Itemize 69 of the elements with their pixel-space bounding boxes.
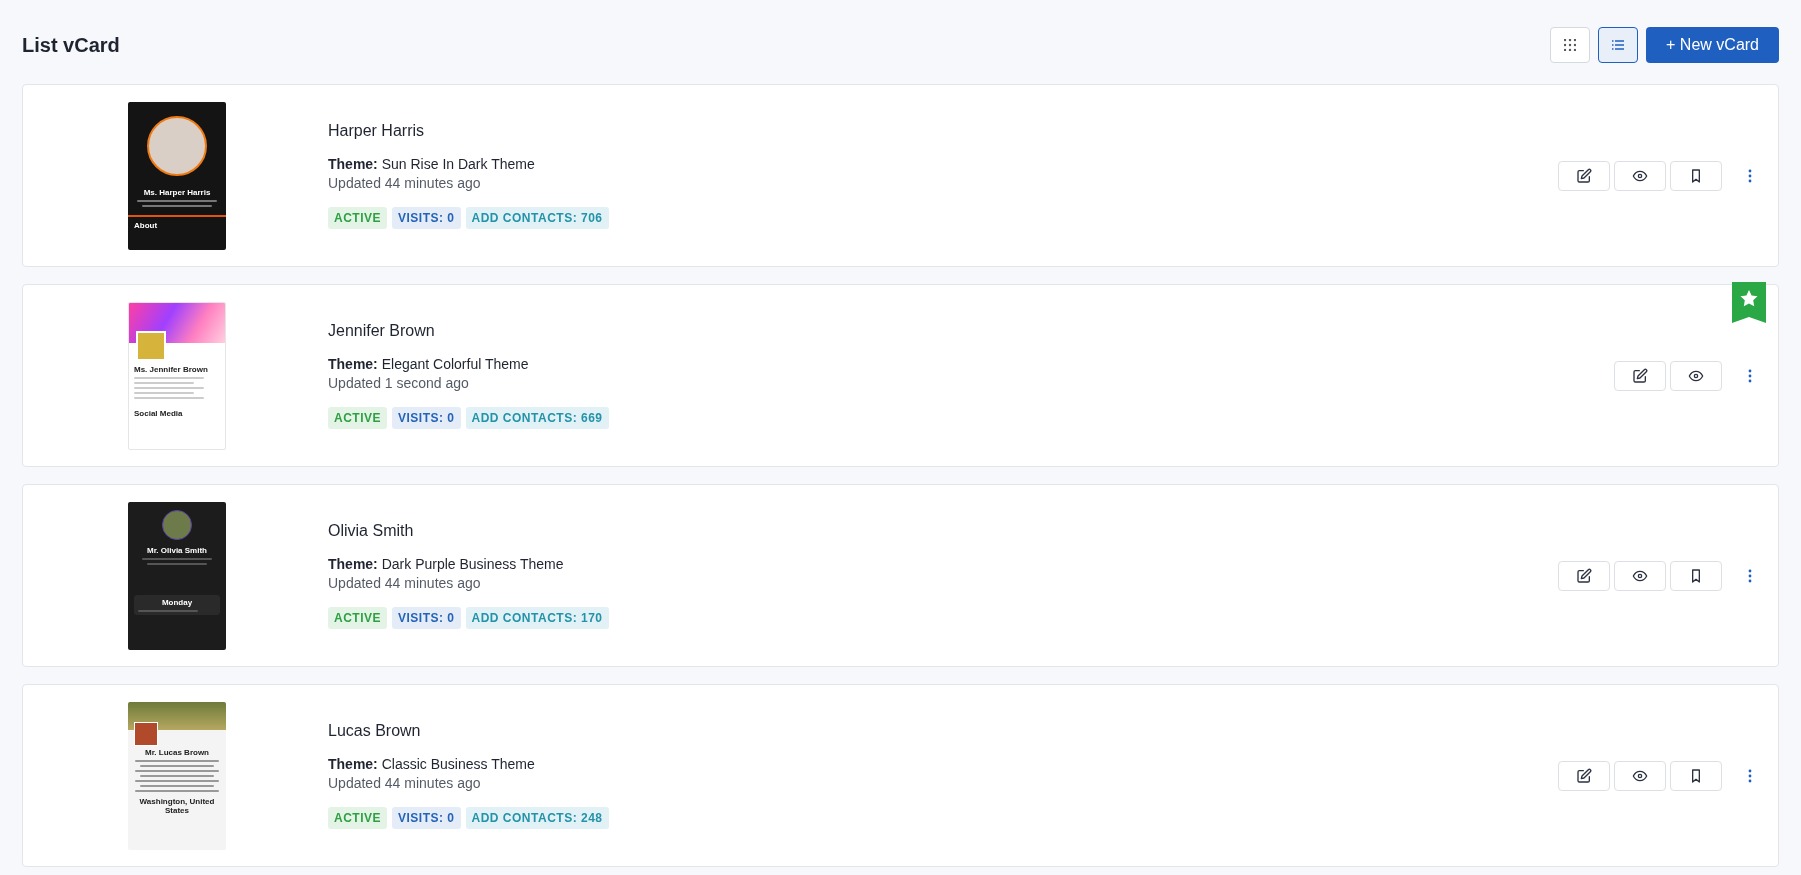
visits-badge: VISITS: 0 bbox=[392, 607, 461, 629]
preview-heading: Washington, United States bbox=[138, 796, 216, 816]
view-button[interactable] bbox=[1614, 760, 1666, 791]
status-badge: ACTIVE bbox=[328, 407, 387, 429]
contacts-badge: ADD CONTACTS: 170 bbox=[465, 607, 609, 629]
kebab-icon bbox=[1748, 168, 1752, 183]
bookmark-button[interactable] bbox=[1670, 760, 1722, 791]
visits-badge: VISITS: 0 bbox=[392, 807, 461, 829]
preview-heading: About bbox=[134, 220, 158, 230]
kebab-icon bbox=[1748, 768, 1752, 783]
edit-button[interactable] bbox=[1558, 760, 1610, 791]
grid-view-button[interactable] bbox=[1550, 27, 1591, 63]
text-line bbox=[147, 562, 207, 565]
text-line bbox=[134, 381, 194, 384]
updated-text: Updated 1 second ago bbox=[328, 375, 470, 391]
text-line bbox=[137, 609, 198, 612]
text-line bbox=[134, 376, 204, 379]
list-view-button[interactable] bbox=[1598, 27, 1639, 63]
edit-button[interactable] bbox=[1558, 560, 1610, 591]
contacts-badge: ADD CONTACTS: 669 bbox=[465, 407, 609, 429]
text-line bbox=[142, 557, 212, 560]
edit-icon bbox=[1576, 767, 1592, 784]
updated-text: Updated 44 minutes ago bbox=[328, 175, 482, 191]
page-title: List vCard bbox=[22, 33, 120, 57]
text-line bbox=[134, 386, 204, 389]
preview-name: Mr. Olivia Smith bbox=[147, 545, 207, 555]
avatar-placeholder bbox=[136, 330, 166, 361]
edit-button[interactable] bbox=[1558, 160, 1610, 191]
visits-badge: VISITS: 0 bbox=[392, 407, 461, 429]
status-badge: ACTIVE bbox=[328, 807, 387, 829]
new-vcard-button[interactable]: + New vCard bbox=[1646, 27, 1779, 63]
kebab-icon bbox=[1748, 368, 1752, 383]
view-button[interactable] bbox=[1614, 160, 1666, 191]
grid-icon bbox=[1564, 39, 1577, 51]
list-icon bbox=[1612, 40, 1625, 50]
status-badge: ACTIVE bbox=[328, 607, 387, 629]
bookmark-button[interactable] bbox=[1670, 560, 1722, 591]
vcard-name: Jennifer Brown bbox=[328, 322, 436, 340]
avatar-placeholder bbox=[134, 721, 158, 746]
preview-name: Ms. Harper Harris bbox=[143, 187, 211, 197]
edit-icon bbox=[1576, 167, 1592, 184]
text-line bbox=[134, 396, 204, 399]
updated-text: Updated 44 minutes ago bbox=[328, 575, 482, 591]
view-button[interactable] bbox=[1614, 560, 1666, 591]
bookmark-button[interactable] bbox=[1670, 160, 1722, 191]
contacts-badge: ADD CONTACTS: 248 bbox=[465, 807, 609, 829]
theme-text: Theme: Sun Rise In Dark Theme bbox=[328, 156, 536, 172]
kebab-icon bbox=[1748, 568, 1752, 583]
vcard-name: Harper Harris bbox=[328, 122, 425, 140]
status-badge: ACTIVE bbox=[328, 207, 387, 229]
edit-button[interactable] bbox=[1614, 360, 1666, 391]
preview-name: Mr. Lucas Brown bbox=[145, 747, 209, 757]
edit-icon bbox=[1576, 567, 1592, 584]
vcard-name: Lucas Brown bbox=[328, 722, 422, 740]
edit-icon bbox=[1632, 367, 1648, 384]
preview-heading: Social Media bbox=[134, 408, 183, 418]
avatar-placeholder bbox=[162, 509, 192, 540]
text-line bbox=[142, 204, 212, 207]
preview-name: Ms. Jennifer Brown bbox=[134, 364, 208, 374]
contacts-badge: ADD CONTACTS: 706 bbox=[465, 207, 609, 229]
vcard-name: Olivia Smith bbox=[328, 522, 415, 540]
updated-text: Updated 44 minutes ago bbox=[328, 775, 482, 791]
view-button[interactable] bbox=[1670, 360, 1722, 391]
theme-text: Theme: Elegant Colorful Theme bbox=[328, 356, 530, 372]
visits-badge: VISITS: 0 bbox=[392, 207, 461, 229]
theme-text: Theme: Dark Purple Business Theme bbox=[328, 556, 565, 572]
theme-text: Theme: Classic Business Theme bbox=[328, 756, 536, 772]
preview-heading: Monday bbox=[160, 597, 194, 607]
text-line bbox=[134, 391, 194, 394]
